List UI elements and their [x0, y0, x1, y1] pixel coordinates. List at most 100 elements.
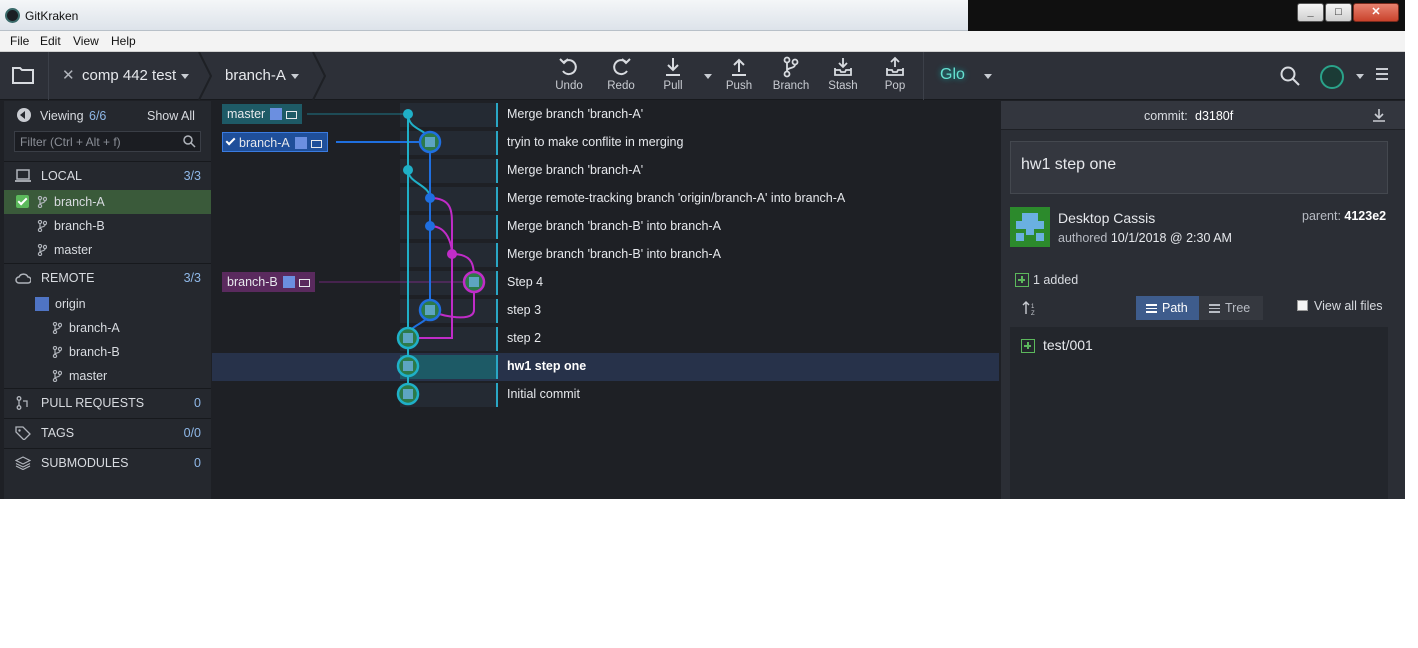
- commit-avatar-node: [462, 270, 486, 294]
- pull-button[interactable]: Pull: [648, 56, 698, 98]
- svg-text:Z: Z: [1031, 311, 1035, 316]
- menu-file[interactable]: File: [10, 34, 29, 48]
- remote-origin-item[interactable]: origin: [4, 292, 211, 316]
- pop-button[interactable]: Pop: [870, 56, 920, 98]
- remote-branch-item[interactable]: branch-A: [4, 316, 211, 340]
- remote-avatar-icon: [282, 276, 295, 288]
- search-icon[interactable]: [1280, 66, 1300, 86]
- branch-icon: [52, 370, 62, 382]
- commit-hash[interactable]: d3180f: [1195, 109, 1233, 123]
- window-title: GitKraken: [25, 9, 79, 23]
- section-local[interactable]: LOCAL 3/3: [4, 161, 211, 189]
- sort-icon[interactable]: 1Z: [1022, 300, 1038, 316]
- file-added-icon: [1015, 273, 1029, 287]
- redo-button[interactable]: Redo: [596, 56, 646, 98]
- title-bar: GitKraken _ □ ✕: [0, 0, 1405, 31]
- commit-summary-box[interactable]: hw1 step one: [1010, 141, 1388, 194]
- undo-button[interactable]: Undo: [544, 56, 594, 98]
- merge-dot: [447, 249, 457, 259]
- author-avatar: [1010, 207, 1050, 247]
- download-icon[interactable]: [1372, 108, 1386, 122]
- branch-icon: [52, 322, 62, 334]
- branch-icon: [783, 56, 799, 78]
- local-branch-item[interactable]: branch-A: [4, 190, 211, 214]
- section-pull-requests[interactable]: PULL REQUESTS 0: [4, 388, 211, 418]
- remote-avatar-icon: [294, 137, 307, 149]
- filter-field[interactable]: [14, 131, 201, 152]
- breadcrumb-separator-icon: [198, 52, 212, 100]
- toolbar: ✕ comp 442 test branch-A Undo Redo Pull …: [0, 52, 1405, 100]
- section-remote[interactable]: REMOTE 3/3: [4, 263, 211, 291]
- identicon-icon: [1016, 213, 1044, 241]
- push-button[interactable]: Push: [714, 56, 764, 98]
- redo-icon: [613, 58, 631, 76]
- laptop-icon: [310, 140, 322, 148]
- menu-bar: File Edit View Help: [0, 31, 1405, 52]
- checkbox[interactable]: [1297, 300, 1308, 311]
- authored-date: authored 10/1/2018 @ 2:30 AM: [1058, 231, 1232, 245]
- section-tags[interactable]: TAGS 0/0: [4, 418, 211, 448]
- svg-text:1: 1: [1031, 304, 1035, 310]
- laptop-icon: [298, 279, 310, 287]
- glo-chevron-down-icon[interactable]: [984, 74, 992, 79]
- chevron-down-icon: [181, 73, 190, 79]
- tree-view-button[interactable]: Tree: [1199, 296, 1263, 320]
- commit-avatar-node: [396, 326, 420, 350]
- maximize-button[interactable]: □: [1325, 3, 1352, 22]
- minimize-button[interactable]: _: [1297, 3, 1324, 22]
- file-item[interactable]: test/001: [1021, 337, 1093, 355]
- glo-boards-button[interactable]: Glo: [940, 66, 965, 84]
- branch-label-master[interactable]: master: [222, 104, 303, 124]
- laptop-icon: [286, 111, 298, 119]
- section-submodules[interactable]: SUBMODULES 0: [4, 448, 211, 478]
- show-all-button[interactable]: Show All: [147, 109, 195, 123]
- repo-selector[interactable]: comp 442 test: [82, 67, 190, 84]
- account-chevron-down-icon[interactable]: [1356, 74, 1364, 79]
- commit-avatar-node: [418, 130, 442, 154]
- filter-input[interactable]: [20, 134, 180, 149]
- stash-button[interactable]: Stash: [818, 56, 868, 98]
- merge-dot: [425, 221, 435, 231]
- menu-edit[interactable]: Edit: [40, 34, 61, 48]
- viewing-header: Viewing 6/6 Show All: [4, 101, 211, 129]
- menu-view[interactable]: View: [73, 34, 99, 48]
- left-sidebar: Viewing 6/6 Show All LOCAL 3/3 branch-A …: [4, 101, 211, 499]
- pull-options-chevron-icon[interactable]: [704, 74, 712, 79]
- pull-icon: [666, 58, 680, 76]
- commit-avatar-node: [396, 354, 420, 378]
- local-branch-item[interactable]: branch-B: [4, 214, 211, 238]
- gitkraken-window: GitKraken _ □ ✕ File Edit View Help ✕ co…: [0, 0, 1405, 499]
- close-repo-tab-icon[interactable]: ✕: [62, 66, 75, 84]
- account-avatar[interactable]: [1320, 65, 1344, 89]
- laptop-icon: [15, 169, 31, 182]
- viewing-count: 6/6: [89, 109, 107, 123]
- local-branch-item[interactable]: master: [4, 238, 211, 262]
- remote-branch-item[interactable]: master: [4, 364, 211, 388]
- author-name: Desktop Cassis: [1058, 210, 1156, 226]
- menu-help[interactable]: Help: [111, 34, 136, 48]
- commit-header: commit: d3180f: [1001, 101, 1405, 130]
- branch-selector[interactable]: branch-A: [225, 67, 299, 84]
- branch-icon: [37, 244, 47, 256]
- path-view-button[interactable]: Path: [1136, 296, 1199, 320]
- branch-icon: [37, 220, 47, 232]
- parent-hash[interactable]: parent: 4123e2: [1302, 209, 1386, 223]
- commit-graph: Merge branch 'branch-A' tryin to make co…: [212, 101, 999, 499]
- branch-label-branch-a[interactable]: branch-A: [222, 132, 328, 152]
- back-arrow-icon[interactable]: [17, 108, 31, 122]
- checked-out-check-icon: [16, 195, 29, 208]
- stash-icon: [834, 58, 852, 76]
- tree-list-icon: [1209, 304, 1220, 315]
- changed-files-list: test/001: [1010, 327, 1388, 499]
- folder-icon[interactable]: [12, 66, 34, 84]
- close-window-button[interactable]: ✕: [1353, 3, 1399, 22]
- merge-dot: [403, 109, 413, 119]
- hamburger-menu-icon[interactable]: [1376, 68, 1388, 82]
- push-icon: [732, 58, 746, 76]
- remote-branch-item[interactable]: branch-B: [4, 340, 211, 364]
- remote-avatar-icon: [270, 108, 283, 120]
- view-all-files-checkbox[interactable]: View all files: [1297, 299, 1383, 313]
- branch-button[interactable]: Branch: [766, 56, 816, 98]
- branch-label-branch-b[interactable]: branch-B: [222, 272, 315, 292]
- chevron-down-icon: [290, 73, 299, 79]
